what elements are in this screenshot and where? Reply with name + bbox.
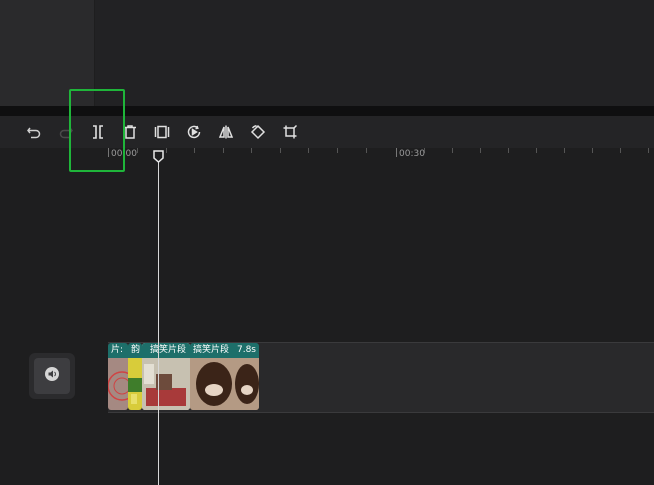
clip-thumbnail	[190, 358, 259, 410]
reverse-icon[interactable]	[185, 123, 203, 141]
mirror-icon[interactable]	[217, 123, 235, 141]
clip-thumbnail	[108, 358, 128, 410]
clip-thumbnail	[128, 358, 142, 410]
clip-label: 韵	[131, 345, 141, 355]
undo-icon[interactable]	[25, 123, 43, 141]
crop-icon[interactable]	[281, 123, 299, 141]
speaker-icon	[44, 366, 60, 386]
rotate-icon[interactable]	[249, 123, 267, 141]
clip-label: 片:	[111, 345, 124, 355]
split-tool-highlight	[69, 89, 125, 172]
ruler-label-30s: 00:30	[399, 149, 425, 159]
clip-thumbnail	[142, 358, 190, 410]
playhead-handle[interactable]	[153, 148, 164, 164]
preview-player	[95, 0, 654, 106]
timeline-area[interactable]	[0, 164, 654, 485]
mute-audio-button[interactable]	[29, 353, 75, 399]
clip-label: 搞笑片段	[193, 345, 230, 355]
playhead-line[interactable]	[158, 158, 159, 485]
video-clip-1[interactable]: 片:	[108, 343, 128, 410]
video-clip-3-selected[interactable]: 搞笑片段	[142, 343, 190, 410]
clip-label: 搞笑片段	[150, 345, 187, 355]
video-clip-4[interactable]: 搞笑片段 7.8s	[190, 343, 259, 410]
video-clip-2[interactable]: 韵	[128, 343, 142, 410]
freeze-frame-icon[interactable]	[153, 123, 171, 141]
clip-duration: 7.8s	[236, 345, 256, 355]
